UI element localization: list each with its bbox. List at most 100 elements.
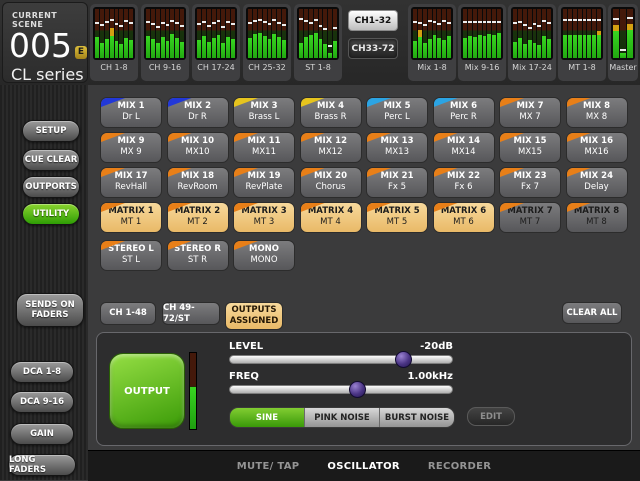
- channel-name: Chorus: [301, 182, 361, 193]
- channel-select-mix-20[interactable]: MIX 20Chorus: [300, 167, 362, 198]
- level-slider[interactable]: [229, 355, 453, 364]
- channel-select-mix-19[interactable]: MIX 19RevPlate: [233, 167, 295, 198]
- channel-select-mix-7[interactable]: MIX 7MX 7: [499, 97, 561, 128]
- sidebar-button-outports[interactable]: OUTPORTS: [22, 176, 80, 198]
- meter-bar-level: [518, 38, 522, 58]
- channel-select-mono[interactable]: MONOMONO: [233, 240, 295, 271]
- sidebar-button-dca-9-16[interactable]: DCA 9-16: [10, 391, 74, 413]
- meter-peak-hold: [483, 21, 487, 23]
- meter-bar-level: [568, 35, 572, 58]
- tab-recorder[interactable]: RECORDER: [428, 461, 491, 472]
- channel-name: Fx 6: [434, 182, 494, 193]
- channel-select-stereo-r[interactable]: STEREO RST R: [167, 240, 229, 271]
- channel-select-matrix-1[interactable]: MATRIX 1MT 1: [100, 202, 162, 233]
- meter-display: [144, 7, 186, 60]
- meter-bar-level: [487, 34, 491, 58]
- meter-group-label: Mix 9-16: [458, 63, 506, 72]
- meter-bar: [323, 9, 327, 58]
- tab-mute-tap[interactable]: MUTE/ TAP: [237, 461, 300, 472]
- channel-select-mix-8[interactable]: MIX 8MX 8: [566, 97, 628, 128]
- clear-all-button[interactable]: CLEAR ALL: [562, 302, 622, 324]
- meter-bar: [282, 9, 286, 58]
- meter-peak-hold: [146, 21, 150, 23]
- channel-name: MX 8: [567, 112, 627, 123]
- channel-select-matrix-3[interactable]: MATRIX 3MT 3: [233, 202, 295, 233]
- channel-select-mix-24[interactable]: MIX 24Delay: [566, 167, 628, 198]
- sidebar-button-dca-1-8[interactable]: DCA 1-8: [10, 361, 74, 383]
- channel-select-matrix-5[interactable]: MATRIX 5MT 5: [366, 202, 428, 233]
- waveform-burst-noise-button[interactable]: BURST NOISE: [380, 408, 454, 427]
- channel-select-mix-4[interactable]: MIX 4Brass R: [300, 97, 362, 128]
- channel-select-mix-6[interactable]: MIX 6Perc R: [433, 97, 495, 128]
- level-slider-thumb[interactable]: [395, 351, 412, 368]
- meter-bar: [226, 9, 230, 58]
- meter-bar-level: [248, 38, 252, 58]
- meter-bar-level: [533, 43, 537, 58]
- channel-name: MT 5: [367, 217, 427, 228]
- meter-peak-hold: [573, 19, 577, 21]
- channel-select-mix-22[interactable]: MIX 22Fx 6: [433, 167, 495, 198]
- meter-bank-ch1-32-button[interactable]: CH1-32: [348, 10, 398, 31]
- channel-select-mix-13[interactable]: MIX 13MX13: [366, 132, 428, 163]
- channel-select-mix-15[interactable]: MIX 15MX15: [499, 132, 561, 163]
- channel-select-mix-17[interactable]: MIX 17RevHall: [100, 167, 162, 198]
- channel-select-matrix-8[interactable]: MATRIX 8MT 8: [566, 202, 628, 233]
- sidebar-button-sends-on-faders[interactable]: SENDS ONFADERS: [16, 293, 84, 327]
- channel-select-mix-5[interactable]: MIX 5Perc L: [366, 97, 428, 128]
- channel-name: MT 6: [434, 217, 494, 228]
- meter-bar-level: [309, 35, 313, 58]
- filter-button-ch-49-72-st[interactable]: CH 49-72/ST: [162, 302, 220, 325]
- channel-select-stereo-l[interactable]: STEREO LST L: [100, 240, 162, 271]
- meter-peak-hold: [263, 21, 267, 23]
- sidebar-button-long-faders[interactable]: LONG FADERS: [8, 454, 76, 476]
- freq-slider[interactable]: [229, 385, 453, 394]
- channel-select-mix-14[interactable]: MIX 14MX14: [433, 132, 495, 163]
- tab-oscillator[interactable]: OSCILLATOR: [327, 461, 400, 472]
- meter-bar: [627, 9, 633, 58]
- edit-button[interactable]: EDIT: [467, 407, 515, 426]
- channel-select-mix-11[interactable]: MIX 11MX11: [233, 132, 295, 163]
- filter-button-outputs-assigned[interactable]: OUTPUTSASSIGNED: [225, 302, 283, 330]
- channel-select-mix-23[interactable]: MIX 23Fx 7: [499, 167, 561, 198]
- oscillator-output-button[interactable]: OUTPUT: [109, 353, 185, 429]
- meter-bar-level: [442, 40, 446, 58]
- channel-name: MT 7: [500, 217, 560, 228]
- waveform-sine-button[interactable]: SINE: [230, 408, 305, 427]
- meter-bar-level: [146, 36, 150, 58]
- meter-peak-hold: [428, 20, 432, 22]
- channel-select-matrix-6[interactable]: MATRIX 6MT 6: [433, 202, 495, 233]
- meter-bank-ch33-72-button[interactable]: CH33-72: [348, 38, 398, 59]
- channel-select-mix-21[interactable]: MIX 21Fx 5: [366, 167, 428, 198]
- channel-select-mix-10[interactable]: MIX 10MX10: [167, 132, 229, 163]
- oscillator-panel: OUTPUT LEVEL -20dB FREQ 1.00kHz SINEPINK…: [96, 332, 632, 446]
- channel-select-matrix-7[interactable]: MATRIX 7MT 7: [499, 202, 561, 233]
- channel-select-mix-3[interactable]: MIX 3Brass L: [233, 97, 295, 128]
- meter-bar-level: [282, 40, 286, 58]
- meter-bar: [180, 9, 184, 58]
- channel-select-mix-2[interactable]: MIX 2Dr R: [167, 97, 229, 128]
- sidebar-button-gain[interactable]: GAIN: [10, 423, 74, 445]
- meter-peak-hold: [627, 17, 633, 19]
- channel-name: Perc L: [367, 112, 427, 123]
- sidebar-button-utility[interactable]: UTILITY: [22, 203, 80, 225]
- sidebar-button-setup[interactable]: SETUP: [22, 120, 80, 142]
- meter-peak-hold: [613, 18, 619, 20]
- channel-select-mix-12[interactable]: MIX 12MX12: [300, 132, 362, 163]
- channel-select-mix-1[interactable]: MIX 1Dr L: [100, 97, 162, 128]
- sidebar-button-cue-clear[interactable]: CUE CLEAR: [22, 149, 80, 171]
- meter-bar: [518, 9, 522, 58]
- oscillator-output-meter: [189, 352, 197, 430]
- waveform-pink-noise-button[interactable]: PINK NOISE: [305, 408, 380, 427]
- channel-select-mix-16[interactable]: MIX 16MX16: [566, 132, 628, 163]
- freq-slider-thumb[interactable]: [349, 381, 366, 398]
- channel-select-mix-18[interactable]: MIX 18RevRoom: [167, 167, 229, 198]
- channel-select-mix-9[interactable]: MIX 9MX 9: [100, 132, 162, 163]
- channel-select-matrix-4[interactable]: MATRIX 4MT 4: [300, 202, 362, 233]
- channel-select-matrix-2[interactable]: MATRIX 2MT 2: [167, 202, 229, 233]
- meter-peak-hold: [105, 21, 109, 23]
- filter-button-ch-1-48[interactable]: CH 1-48: [100, 302, 156, 325]
- meter-bar-level: [202, 36, 206, 58]
- meter-bar-level: [323, 44, 327, 58]
- meter-bar-level: [268, 39, 272, 58]
- meter-peak-hold: [253, 20, 257, 22]
